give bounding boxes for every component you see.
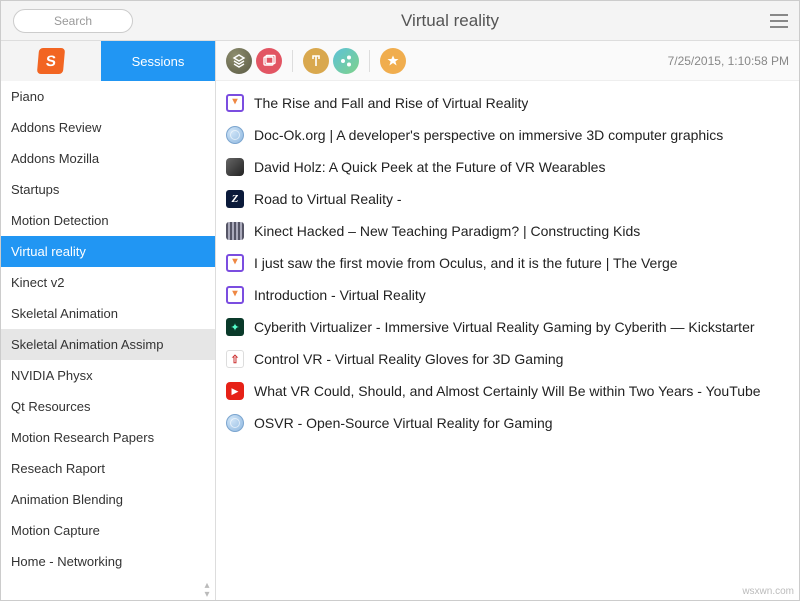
link-title: Control VR - Virtual Reality Gloves for … bbox=[254, 351, 563, 367]
sidebar-item[interactable]: Motion Capture bbox=[1, 515, 215, 546]
share-icon[interactable] bbox=[333, 48, 359, 74]
toolbar: 7/25/2015, 1:10:58 PM bbox=[216, 41, 799, 81]
sidebar-item-label: Addons Mozilla bbox=[11, 151, 99, 166]
sidebar-item[interactable]: Animation Blending bbox=[1, 484, 215, 515]
sidebar-item-label: Qt Resources bbox=[11, 399, 90, 414]
sidebar-item[interactable]: Addons Mozilla bbox=[1, 143, 215, 174]
sidebar: S Sessions Piano Addons Review Addons Mozi… bbox=[1, 41, 216, 600]
sidebar-item-label: NVIDIA Physx bbox=[11, 368, 93, 383]
sidebar-item[interactable]: Home - Networking bbox=[1, 546, 215, 577]
scroll-handle[interactable]: ▴ ▾ bbox=[201, 582, 213, 599]
link-row[interactable]: What VR Could, Should, and Almost Certai… bbox=[220, 375, 795, 407]
stack-icon[interactable] bbox=[226, 48, 252, 74]
link-title: OSVR - Open-Source Virtual Reality for G… bbox=[254, 415, 553, 431]
chevron-down-icon: ▾ bbox=[204, 591, 209, 599]
link-title: I just saw the first movie from Oculus, … bbox=[254, 255, 678, 271]
link-row[interactable]: OSVR - Open-Source Virtual Reality for G… bbox=[220, 407, 795, 439]
favicon bbox=[226, 158, 244, 176]
sidebar-item[interactable]: Skeletal Animation Assimp bbox=[1, 329, 215, 360]
favicon bbox=[226, 318, 244, 336]
link-title: Road to Virtual Reality - bbox=[254, 191, 402, 207]
sidebar-item[interactable]: Qt Resources bbox=[1, 391, 215, 422]
header-bar: Search Virtual reality bbox=[1, 1, 799, 41]
toolbar-separator bbox=[369, 50, 370, 72]
tab-logo[interactable]: S bbox=[1, 41, 101, 81]
search-input[interactable]: Search bbox=[13, 9, 133, 33]
anchor-icon[interactable] bbox=[303, 48, 329, 74]
star-icon[interactable] bbox=[380, 48, 406, 74]
link-title: Doc-Ok.org | A developer's perspective o… bbox=[254, 127, 723, 143]
link-title: Kinect Hacked – New Teaching Paradigm? |… bbox=[254, 223, 640, 239]
favicon bbox=[226, 94, 244, 112]
link-row[interactable]: Kinect Hacked – New Teaching Paradigm? |… bbox=[220, 215, 795, 247]
sidebar-item[interactable]: Startups bbox=[1, 174, 215, 205]
menu-icon[interactable] bbox=[767, 9, 791, 33]
sidebar-item-label: Home - Networking bbox=[11, 554, 122, 569]
link-title: What VR Could, Should, and Almost Certai… bbox=[254, 383, 761, 399]
favicon bbox=[226, 382, 244, 400]
link-title: The Rise and Fall and Rise of Virtual Re… bbox=[254, 95, 528, 111]
link-row[interactable]: The Rise and Fall and Rise of Virtual Re… bbox=[220, 87, 795, 119]
link-list[interactable]: The Rise and Fall and Rise of Virtual Re… bbox=[216, 81, 799, 600]
link-title: David Holz: A Quick Peek at the Future o… bbox=[254, 159, 605, 175]
tab-sessions[interactable]: Sessions bbox=[101, 41, 215, 81]
sidebar-item[interactable]: NVIDIA Physx bbox=[1, 360, 215, 391]
session-list[interactable]: Piano Addons Review Addons Mozilla Startups… bbox=[1, 81, 215, 600]
logo-icon: S bbox=[37, 48, 65, 74]
sidebar-item[interactable]: Reseach Raport bbox=[1, 453, 215, 484]
sidebar-item-label: Reseach Raport bbox=[11, 461, 105, 476]
sidebar-item[interactable]: Virtual reality bbox=[1, 236, 215, 267]
sidebar-item[interactable]: Piano bbox=[1, 81, 215, 112]
favicon bbox=[226, 350, 244, 368]
sidebar-item[interactable]: Motion Detection bbox=[1, 205, 215, 236]
link-row[interactable]: Road to Virtual Reality - bbox=[220, 183, 795, 215]
sidebar-item-label: Skeletal Animation bbox=[11, 306, 118, 321]
sidebar-item-label: Skeletal Animation Assimp bbox=[11, 337, 163, 352]
link-title: Introduction - Virtual Reality bbox=[254, 287, 426, 303]
tab-sessions-label: Sessions bbox=[132, 54, 185, 69]
app-window: Search Virtual reality S Sessions Piano A… bbox=[0, 0, 800, 601]
link-row[interactable]: Doc-Ok.org | A developer's perspective o… bbox=[220, 119, 795, 151]
sidebar-item-label: Animation Blending bbox=[11, 492, 123, 507]
sidebar-item[interactable]: Kinect v2 bbox=[1, 267, 215, 298]
sidebar-item[interactable]: Addons Review bbox=[1, 112, 215, 143]
sidebar-item-label: Startups bbox=[11, 182, 59, 197]
favicon bbox=[226, 286, 244, 304]
favicon bbox=[226, 414, 244, 432]
photos-icon[interactable] bbox=[256, 48, 282, 74]
toolbar-separator bbox=[292, 50, 293, 72]
sidebar-item-label: Kinect v2 bbox=[11, 275, 64, 290]
link-row[interactable]: Introduction - Virtual Reality bbox=[220, 279, 795, 311]
favicon bbox=[226, 190, 244, 208]
page-title: Virtual reality bbox=[133, 11, 767, 31]
main-panel: 7/25/2015, 1:10:58 PM The Rise and Fall … bbox=[216, 41, 799, 600]
sidebar-item-label: Piano bbox=[11, 89, 44, 104]
link-row[interactable]: David Holz: A Quick Peek at the Future o… bbox=[220, 151, 795, 183]
sidebar-item-label: Virtual reality bbox=[11, 244, 86, 259]
sidebar-item[interactable]: Motion Research Papers bbox=[1, 422, 215, 453]
sidebar-item-label: Addons Review bbox=[11, 120, 101, 135]
favicon bbox=[226, 222, 244, 240]
favicon bbox=[226, 254, 244, 272]
link-row[interactable]: Control VR - Virtual Reality Gloves for … bbox=[220, 343, 795, 375]
timestamp: 7/25/2015, 1:10:58 PM bbox=[668, 54, 789, 68]
sidebar-tabs: S Sessions bbox=[1, 41, 215, 81]
sidebar-item[interactable]: Skeletal Animation bbox=[1, 298, 215, 329]
body: S Sessions Piano Addons Review Addons Mozi… bbox=[1, 41, 799, 600]
sidebar-item-label: Motion Detection bbox=[11, 213, 109, 228]
sidebar-item-label: Motion Research Papers bbox=[11, 430, 154, 445]
favicon bbox=[226, 126, 244, 144]
link-title: Cyberith Virtualizer - Immersive Virtual… bbox=[254, 319, 755, 335]
sidebar-item-label: Motion Capture bbox=[11, 523, 100, 538]
link-row[interactable]: I just saw the first movie from Oculus, … bbox=[220, 247, 795, 279]
link-row[interactable]: Cyberith Virtualizer - Immersive Virtual… bbox=[220, 311, 795, 343]
search-placeholder: Search bbox=[54, 14, 92, 28]
